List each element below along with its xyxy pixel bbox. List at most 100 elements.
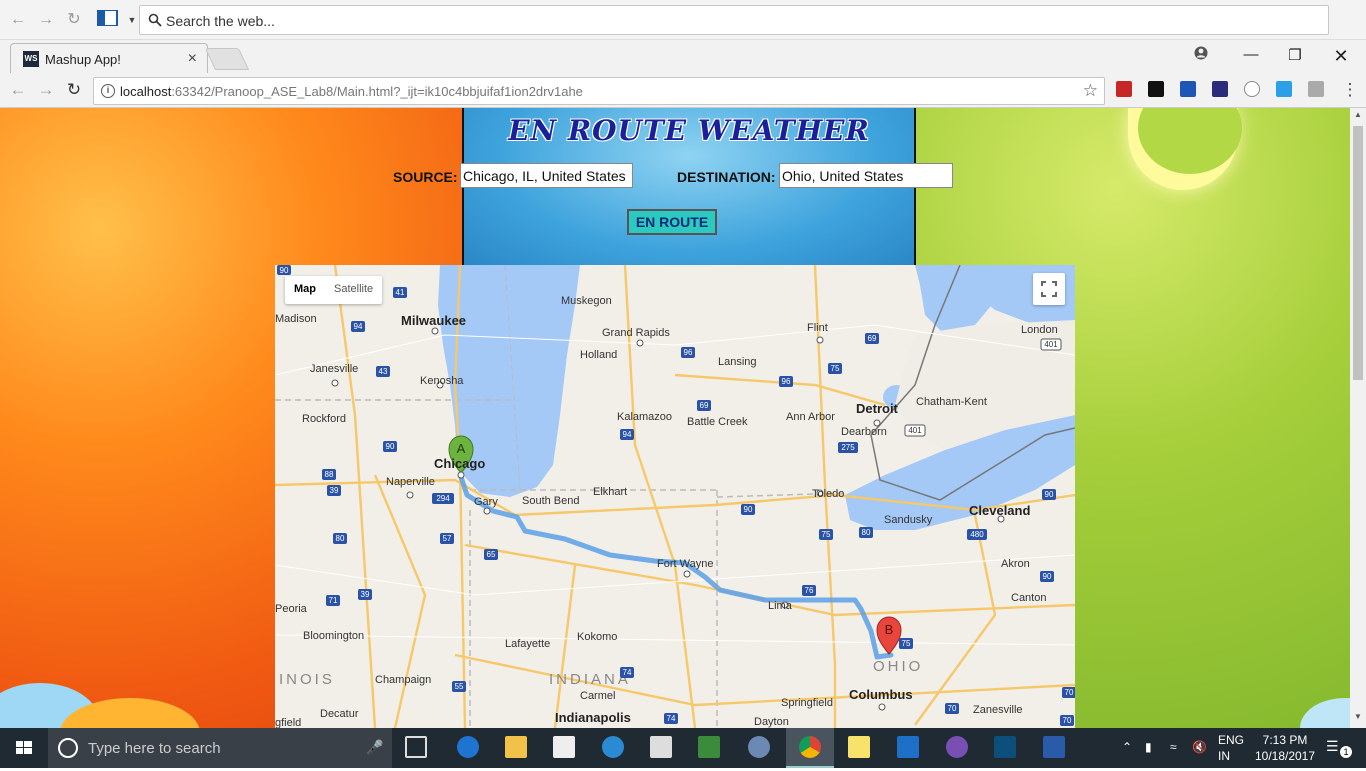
start-button[interactable] bbox=[0, 728, 48, 768]
tray-chevron-icon[interactable]: ⌃ bbox=[1122, 740, 1132, 754]
back-icon[interactable]: ← bbox=[8, 80, 28, 100]
map-label-decatur: Decatur bbox=[320, 708, 359, 720]
navigation-bar: ← → ↻ i localhost:63342/Pranoop_ASE_Lab8… bbox=[0, 73, 1366, 108]
outlook-icon[interactable] bbox=[897, 736, 919, 758]
map-state-illinois: INOIS bbox=[279, 671, 335, 688]
map-type-satellite-button[interactable]: Satellite bbox=[325, 276, 382, 304]
map-label-dayton: Dayton bbox=[754, 716, 789, 728]
map-label-fort-wayne: Fort Wayne bbox=[657, 558, 713, 570]
store-icon[interactable] bbox=[553, 736, 575, 758]
map-label-madison: Madison bbox=[275, 313, 317, 325]
svg-text:70: 70 bbox=[1063, 716, 1072, 725]
map-label-carmel: Carmel bbox=[580, 690, 615, 702]
web-search-input[interactable]: Search the web... bbox=[139, 5, 1329, 35]
extension-stylish-icon[interactable] bbox=[1212, 81, 1228, 97]
sticky-notes-icon[interactable] bbox=[848, 736, 870, 758]
svg-text:69: 69 bbox=[868, 334, 877, 343]
source-input[interactable] bbox=[460, 163, 633, 188]
svg-text:401: 401 bbox=[908, 426, 922, 435]
forward-arrow-icon[interactable]: → bbox=[36, 10, 56, 30]
svg-text:70: 70 bbox=[948, 704, 957, 713]
profile-icon[interactable] bbox=[1178, 46, 1224, 64]
scroll-thumb[interactable] bbox=[1353, 126, 1363, 380]
map-label-toledo: Toledo bbox=[812, 488, 844, 500]
excel-chart-icon[interactable] bbox=[698, 736, 720, 758]
svg-text:74: 74 bbox=[667, 714, 676, 723]
reload-icon[interactable]: ↻ bbox=[64, 10, 84, 30]
svg-text:76: 76 bbox=[805, 586, 814, 595]
restore-icon[interactable]: ❐ bbox=[1272, 46, 1318, 64]
volume-muted-icon[interactable]: 🔇 bbox=[1192, 740, 1207, 754]
map-type-map-button[interactable]: Map bbox=[285, 276, 325, 304]
address-bar[interactable]: i localhost:63342/Pranoop_ASE_Lab8/Main.… bbox=[93, 77, 1105, 105]
map-label-chatham-kent: Chatham-Kent bbox=[916, 396, 987, 408]
bookmark-star-icon[interactable]: ☆ bbox=[1083, 81, 1098, 101]
outer-toolbar: ← → ↻ ▼ Search the web... bbox=[0, 0, 1366, 40]
en-route-button[interactable]: EN ROUTE bbox=[627, 209, 717, 235]
svg-text:75: 75 bbox=[831, 364, 840, 373]
map-label-cleveland: Cleveland bbox=[969, 503, 1030, 518]
svg-text:96: 96 bbox=[782, 377, 791, 386]
map-label-kokomo: Kokomo bbox=[577, 631, 617, 643]
r-studio-icon[interactable] bbox=[748, 736, 770, 758]
page-scrollbar[interactable]: ▲ ▼ bbox=[1350, 108, 1366, 728]
forward-icon[interactable]: → bbox=[36, 80, 56, 100]
map-label-akron: Akron bbox=[1001, 558, 1030, 570]
map-canvas[interactable]: A B Milwaukee Chicago Detroit Cleveland … bbox=[275, 265, 1075, 728]
wifi-icon[interactable]: ≈ bbox=[1170, 740, 1177, 754]
extension-jetbrains-icon[interactable] bbox=[1148, 81, 1164, 97]
mail-icon[interactable] bbox=[650, 736, 672, 758]
notification-center-icon[interactable]: ☰ bbox=[1326, 738, 1339, 755]
map-label-flint: Flint bbox=[807, 322, 828, 334]
fullscreen-button[interactable] bbox=[1033, 273, 1065, 305]
sidebar-toggle-icon[interactable] bbox=[96, 9, 120, 30]
extension-bookmark-icon[interactable] bbox=[1180, 81, 1196, 97]
scroll-down-icon[interactable]: ▼ bbox=[1350, 712, 1366, 726]
svg-text:90: 90 bbox=[1043, 572, 1052, 581]
svg-text:43: 43 bbox=[379, 367, 388, 376]
destination-input[interactable] bbox=[779, 163, 953, 188]
site-info-icon[interactable]: i bbox=[101, 84, 115, 98]
word-icon[interactable] bbox=[1043, 736, 1065, 758]
clock-time: 7:13 PM bbox=[1262, 733, 1308, 747]
safari-icon[interactable] bbox=[602, 736, 624, 758]
github-icon[interactable] bbox=[946, 736, 968, 758]
notification-count-badge: 1 bbox=[1340, 746, 1352, 758]
svg-text:B: B bbox=[885, 622, 894, 637]
svg-text:75: 75 bbox=[902, 639, 911, 648]
marker-b[interactable]: B bbox=[876, 616, 902, 655]
chrome-icon[interactable] bbox=[799, 736, 821, 758]
extension-weather-icon[interactable] bbox=[1276, 81, 1292, 97]
language-indicator[interactable]: ENG IN bbox=[1218, 732, 1244, 764]
windows-logo-icon bbox=[16, 741, 32, 754]
battery-icon[interactable]: ▮ bbox=[1145, 740, 1152, 754]
scroll-up-icon[interactable]: ▲ bbox=[1350, 110, 1366, 124]
file-explorer-icon[interactable] bbox=[505, 736, 527, 758]
taskbar-search-box[interactable]: Type here to search 🎤 bbox=[48, 728, 392, 768]
close-tab-icon[interactable]: × bbox=[188, 50, 197, 68]
map-label-holland: Holland bbox=[580, 349, 617, 361]
map-type-control: Map Satellite bbox=[285, 276, 383, 304]
extension-youtube-icon[interactable] bbox=[1116, 81, 1132, 97]
windows-taskbar: Type here to search 🎤 ⌃ ▮ ≈ 🔇 ENG IN 7:1… bbox=[0, 728, 1366, 768]
task-view-icon[interactable] bbox=[405, 736, 427, 758]
page-title: EN ROUTE WEATHER bbox=[508, 114, 870, 147]
cortana-icon bbox=[58, 738, 78, 758]
route-map[interactable]: A B Milwaukee Chicago Detroit Cleveland … bbox=[275, 265, 1075, 728]
close-window-icon[interactable]: ✕ bbox=[1318, 46, 1364, 67]
svg-text:90: 90 bbox=[1045, 490, 1054, 499]
chrome-menu-icon[interactable]: ⋮ bbox=[1340, 80, 1360, 100]
webstorm-icon[interactable] bbox=[994, 736, 1016, 758]
reload-page-icon[interactable]: ↻ bbox=[64, 80, 84, 100]
svg-text:71: 71 bbox=[329, 596, 338, 605]
extension-m-icon[interactable] bbox=[1308, 81, 1324, 97]
tab-mashup-app[interactable]: WS Mashup App! × bbox=[10, 43, 208, 73]
map-label-elkhart: Elkhart bbox=[593, 486, 627, 498]
extension-circle-icon[interactable] bbox=[1244, 81, 1260, 97]
new-tab-button[interactable] bbox=[204, 48, 250, 70]
microphone-icon[interactable]: 🎤 bbox=[366, 739, 383, 756]
edge-icon[interactable] bbox=[457, 736, 479, 758]
back-arrow-icon[interactable]: ← bbox=[8, 10, 28, 30]
clock[interactable]: 7:13 PM 10/18/2017 bbox=[1250, 732, 1320, 764]
minimize-icon[interactable]: — bbox=[1228, 46, 1274, 63]
